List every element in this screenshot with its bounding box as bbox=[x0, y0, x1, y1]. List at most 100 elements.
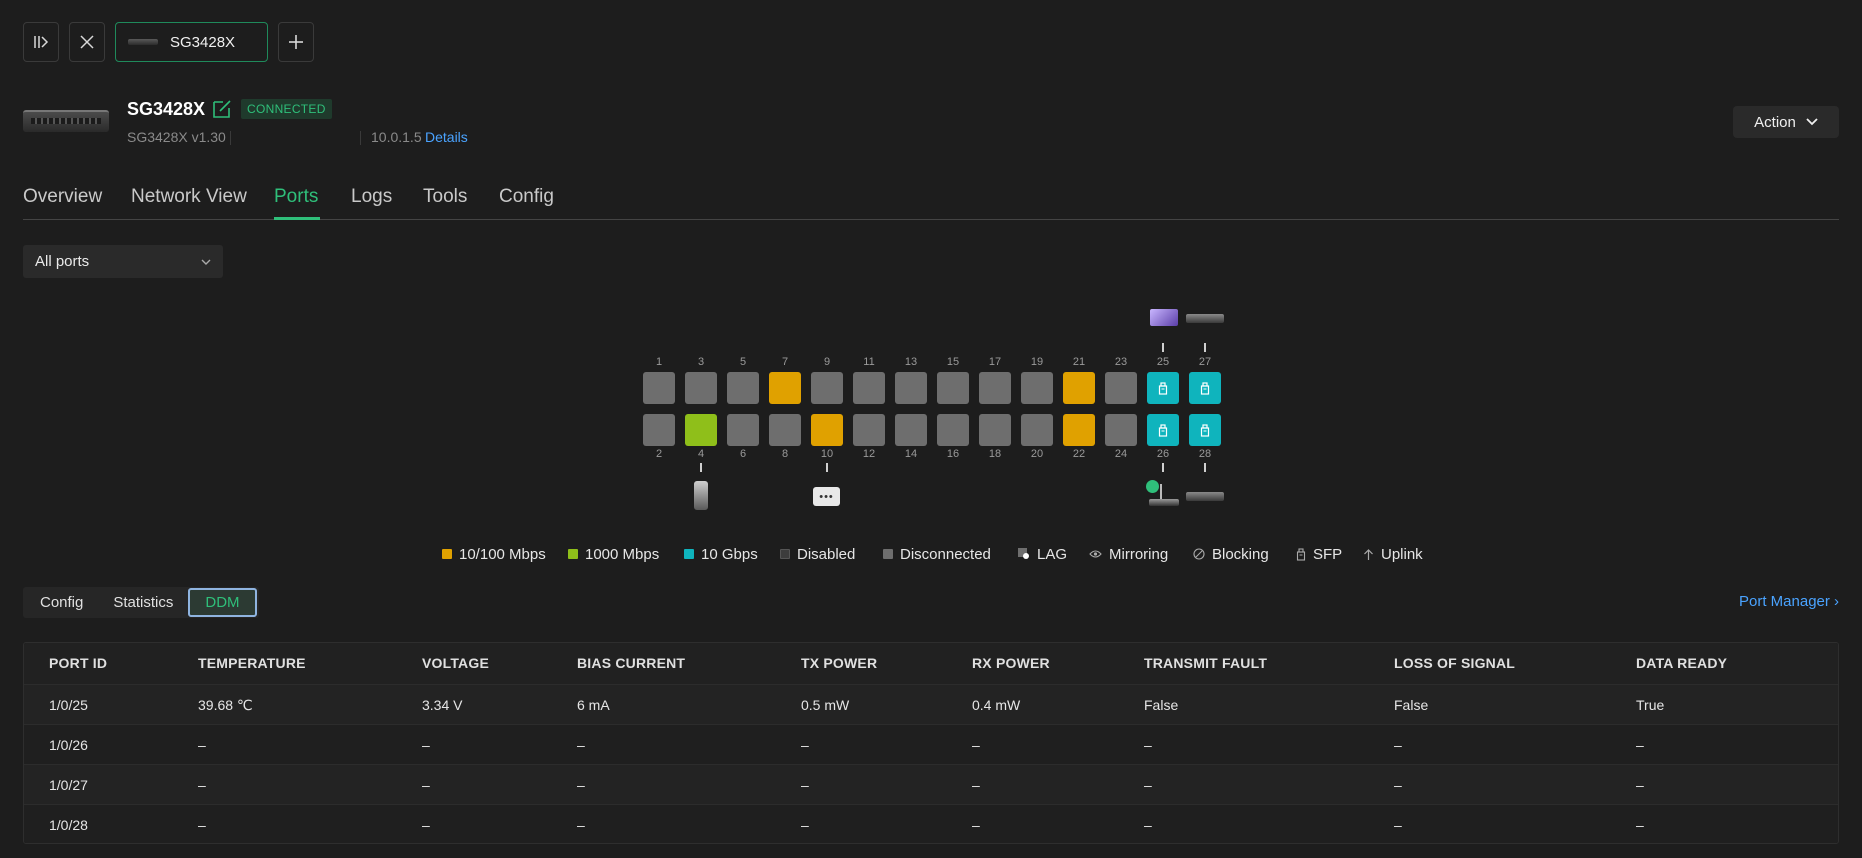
port-25[interactable] bbox=[1147, 372, 1179, 404]
legend-item: Uplink bbox=[1363, 545, 1423, 563]
collapse-sidebar-button[interactable] bbox=[23, 22, 59, 62]
column-header: RX POWER bbox=[972, 655, 1050, 671]
subtab-statistics[interactable]: Statistics bbox=[98, 588, 188, 617]
legend-item: LAG bbox=[1018, 545, 1067, 563]
port-number-label: 18 bbox=[988, 448, 1002, 460]
port-3[interactable] bbox=[685, 372, 717, 404]
table-cell: False bbox=[1394, 697, 1429, 713]
table-cell: – bbox=[198, 817, 206, 833]
legend-item: Disconnected bbox=[883, 545, 991, 563]
swatch-gray-icon bbox=[883, 549, 893, 559]
edit-icon[interactable] bbox=[211, 98, 233, 120]
table-row: 1/0/28 – – – – – – – – bbox=[24, 804, 1838, 843]
column-header: TEMPERATURE bbox=[198, 655, 306, 671]
action-button[interactable]: Action bbox=[1733, 106, 1839, 138]
device-tab[interactable]: SG3428X bbox=[115, 22, 268, 62]
port-filter-select[interactable]: All ports bbox=[23, 245, 223, 278]
sfp-icon bbox=[1158, 423, 1168, 437]
table-row: 1/0/25 39.68 ℃ 3.34 V 6 mA 0.5 mW 0.4 mW False… bbox=[24, 684, 1838, 724]
sfp-icon bbox=[1158, 381, 1168, 395]
table-cell: – bbox=[1144, 777, 1152, 793]
port-26[interactable] bbox=[1147, 414, 1179, 446]
port-11[interactable] bbox=[853, 372, 885, 404]
subtab-config[interactable]: Config bbox=[25, 588, 98, 617]
divider bbox=[230, 131, 231, 145]
port-13[interactable] bbox=[895, 372, 927, 404]
sfp-icon bbox=[1200, 423, 1210, 437]
device-ip: 10.0.1.5 bbox=[371, 129, 422, 145]
link-line bbox=[1204, 343, 1206, 352]
active-tab-indicator bbox=[274, 217, 320, 220]
port-6[interactable] bbox=[727, 414, 759, 446]
port-27[interactable] bbox=[1189, 372, 1221, 404]
ddm-table: PORT ID TEMPERATURE VOLTAGE BIAS CURRENT TX … bbox=[23, 642, 1839, 844]
port-7[interactable] bbox=[769, 372, 801, 404]
neighbor-device-icon bbox=[1150, 309, 1178, 326]
port-number-label: 15 bbox=[946, 356, 960, 368]
column-header: LOSS OF SIGNAL bbox=[1394, 655, 1516, 671]
plus-icon bbox=[289, 35, 303, 49]
port-15[interactable] bbox=[937, 372, 969, 404]
tab-logs[interactable]: Logs bbox=[351, 186, 392, 208]
link-line bbox=[1162, 463, 1164, 472]
port-number-label: 26 bbox=[1156, 448, 1170, 460]
link-line bbox=[826, 463, 828, 472]
column-header: TX POWER bbox=[801, 655, 878, 671]
table-cell: – bbox=[1144, 737, 1152, 753]
port-number-label: 1 bbox=[655, 356, 663, 368]
legend-item: Mirroring bbox=[1089, 545, 1168, 563]
table-cell: 0.4 mW bbox=[972, 697, 1021, 713]
tab-tools[interactable]: Tools bbox=[423, 186, 467, 208]
port-17[interactable] bbox=[979, 372, 1011, 404]
port-number-label: 5 bbox=[739, 356, 747, 368]
table-cell: – bbox=[972, 817, 980, 833]
details-link[interactable]: Details bbox=[425, 129, 468, 145]
legend-item: Blocking bbox=[1193, 545, 1269, 563]
add-tab-button[interactable] bbox=[278, 22, 314, 62]
port-manager-link[interactable]: Port Manager › bbox=[1739, 593, 1839, 610]
tab-ports[interactable]: Ports bbox=[274, 186, 318, 208]
legend-label: Mirroring bbox=[1109, 545, 1169, 563]
port-4[interactable] bbox=[685, 414, 717, 446]
port-1[interactable] bbox=[643, 372, 675, 404]
more-devices-icon[interactable]: ••• bbox=[813, 487, 840, 506]
table-cell: – bbox=[422, 737, 430, 753]
chevron-down-icon bbox=[1806, 118, 1818, 126]
port-21[interactable] bbox=[1063, 372, 1095, 404]
port-14[interactable] bbox=[895, 414, 927, 446]
port-12[interactable] bbox=[853, 414, 885, 446]
port-5[interactable] bbox=[727, 372, 759, 404]
port-2[interactable] bbox=[643, 414, 675, 446]
port-18[interactable] bbox=[979, 414, 1011, 446]
port-22[interactable] bbox=[1063, 414, 1095, 446]
port-10[interactable] bbox=[811, 414, 843, 446]
port-20[interactable] bbox=[1021, 414, 1053, 446]
port-number-label: 10 bbox=[820, 448, 834, 460]
port-28[interactable] bbox=[1189, 414, 1221, 446]
port-number-label: 14 bbox=[904, 448, 918, 460]
port-9[interactable] bbox=[811, 372, 843, 404]
port-number-label: 16 bbox=[946, 448, 960, 460]
column-header: DATA READY bbox=[1636, 655, 1728, 671]
port-19[interactable] bbox=[1021, 372, 1053, 404]
sfp-icon bbox=[1200, 381, 1210, 395]
column-header: PORT ID bbox=[49, 655, 108, 671]
port-16[interactable] bbox=[937, 414, 969, 446]
subtab-ddm[interactable]: DDM bbox=[188, 588, 257, 617]
legend-item: 10/100 Mbps bbox=[442, 545, 546, 563]
port-number-label: 12 bbox=[862, 448, 876, 460]
tab-config[interactable]: Config bbox=[499, 186, 554, 208]
port-24[interactable] bbox=[1105, 414, 1137, 446]
table-cell: – bbox=[801, 777, 809, 793]
sfp-icon bbox=[1296, 547, 1306, 561]
tab-network-view[interactable]: Network View bbox=[131, 186, 247, 208]
close-tab-button[interactable] bbox=[69, 22, 105, 62]
tab-overview[interactable]: Overview bbox=[23, 186, 102, 208]
port-23[interactable] bbox=[1105, 372, 1137, 404]
port-8[interactable] bbox=[769, 414, 801, 446]
table-cell: – bbox=[198, 737, 206, 753]
table-cell: – bbox=[801, 737, 809, 753]
table-row: 1/0/26 – – – – – – – – bbox=[24, 724, 1838, 764]
table-cell: – bbox=[1144, 817, 1152, 833]
port-number-label: 22 bbox=[1072, 448, 1086, 460]
